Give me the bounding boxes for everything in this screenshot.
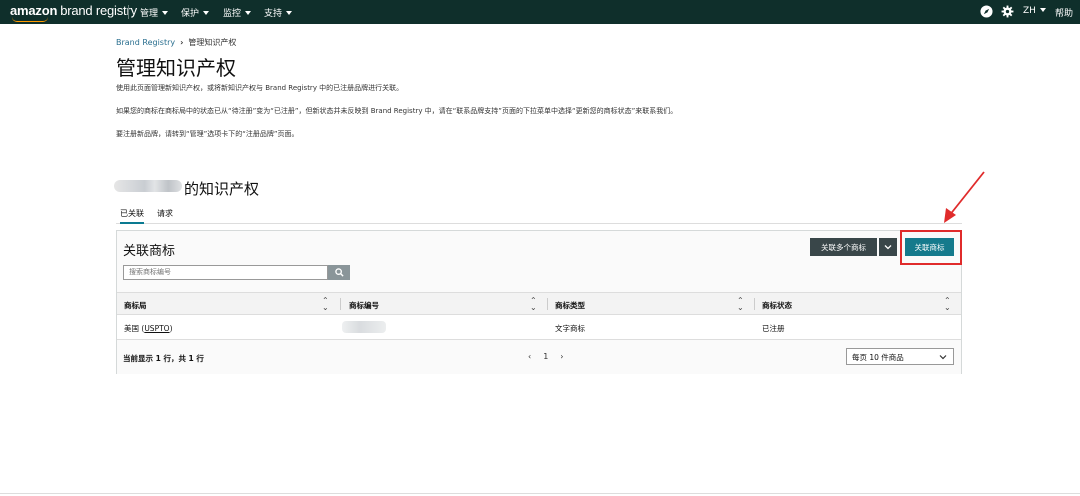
- page-title: 管理知识产权: [116, 56, 236, 80]
- sort-icon[interactable]: ⌃ ⌄: [322, 297, 329, 312]
- link-multiple-trademarks-button[interactable]: 关联多个商标: [810, 238, 877, 256]
- per-page-select[interactable]: 每页 10 件商品: [846, 348, 954, 365]
- trademark-status-note: 如果您的商标在商标局中的状态已从“待注册”变为“已注册”，但新状态并未反映到 B…: [116, 107, 678, 115]
- column-divider: [340, 298, 341, 310]
- column-divider: [547, 298, 548, 310]
- redacted-trademark-number: [342, 321, 386, 333]
- breadcrumb-separator: ›: [180, 38, 184, 47]
- caret-down-icon: [1039, 8, 1046, 12]
- office-prefix: 美国 (: [124, 324, 145, 333]
- page-bottom-divider: [0, 493, 1080, 494]
- caret-down-icon: [162, 11, 169, 15]
- breadcrumb-root-link[interactable]: Brand Registry: [116, 38, 175, 47]
- column-header-number[interactable]: 商标编号: [349, 300, 379, 311]
- prev-page-icon[interactable]: ‹: [528, 352, 531, 361]
- cell-type: 文字商标: [555, 324, 585, 333]
- page-description: 使用此页面管理新知识产权，或将新知识产权与 Brand Registry 中的已…: [116, 84, 404, 92]
- table-row: 美国 (USPTO) 文字商标 已注册: [117, 315, 961, 340]
- help-link[interactable]: 帮助: [1055, 6, 1073, 19]
- linked-trademarks-panel: 关联商标 关联多个商标 关联商标 商标局 ⌃⌄ 商标编号 ⌃⌄ 商标类型 ⌃⌄ …: [116, 230, 962, 374]
- language-label: ZH: [1023, 6, 1036, 16]
- breadcrumb-current: 管理知识产权: [188, 38, 237, 47]
- nav-divider: [128, 5, 129, 19]
- table-footer: 当前显示 1 行，共 1 行 ‹ 1 › 每页 10 件商品: [117, 341, 961, 374]
- nav-menu-label: 管理: [140, 9, 159, 19]
- column-divider: [754, 298, 755, 310]
- nav-menu-protect[interactable]: 保护: [181, 6, 210, 19]
- current-page[interactable]: 1: [543, 352, 548, 361]
- nav-menu-support[interactable]: 支持: [264, 6, 293, 19]
- row-count-text: 当前显示 1 行，共 1 行: [123, 354, 204, 363]
- search-icon: [334, 268, 344, 277]
- tab-bar: 已关联 请求: [116, 204, 962, 224]
- uspto-link[interactable]: USPTO: [144, 324, 169, 333]
- chevron-down-icon: [884, 245, 892, 250]
- sort-icon[interactable]: ⌃ ⌄: [944, 297, 951, 312]
- brand-logo-amazon: amazon: [10, 3, 58, 18]
- section-title: 的知识产权: [184, 180, 260, 198]
- chevron-down-icon: [939, 355, 947, 360]
- next-page-icon[interactable]: ›: [560, 352, 563, 361]
- nav-menu-manage[interactable]: 管理: [140, 6, 169, 19]
- table-header: 商标局 ⌃ ⌄ 商标编号 ⌃ ⌄ 商标类型 ⌃ ⌄ 商标状态 ⌃ ⌄: [117, 292, 961, 315]
- per-page-value: 每页 10 件商品: [852, 353, 904, 362]
- caret-down-icon: [203, 11, 210, 15]
- more-options-dropdown[interactable]: [879, 238, 897, 256]
- cell-status: 已注册: [762, 324, 785, 333]
- search-button[interactable]: [328, 265, 350, 280]
- sort-icon[interactable]: ⌃ ⌄: [737, 297, 744, 312]
- tab-requests[interactable]: 请求: [157, 208, 173, 224]
- register-brand-note: 要注册新品牌，请转到“管理”选项卡下的“注册品牌”页面。: [116, 130, 299, 138]
- pagination: ‹ 1 ›: [522, 352, 570, 361]
- column-header-status[interactable]: 商标状态: [762, 300, 792, 311]
- brand-logo-text: brand registry: [60, 3, 137, 18]
- cell-office: 美国 (USPTO): [124, 323, 173, 334]
- column-header-office[interactable]: 商标局: [124, 300, 147, 311]
- language-selector[interactable]: ZH: [1023, 6, 1046, 16]
- redacted-brand-name: [114, 180, 182, 192]
- top-nav: amazon brand registry 管理 保护 监控 支持 ZH 帮助: [0, 0, 1080, 24]
- nav-menu-label: 支持: [264, 9, 283, 19]
- trademark-search-input[interactable]: [123, 265, 328, 280]
- sort-icon[interactable]: ⌃ ⌄: [530, 297, 537, 312]
- caret-down-icon: [245, 11, 252, 15]
- column-header-type[interactable]: 商标类型: [555, 300, 585, 311]
- office-suffix: ): [169, 324, 173, 333]
- nav-menu-label: 保护: [181, 9, 200, 19]
- breadcrumb: Brand Registry › 管理知识产权: [116, 37, 236, 48]
- caret-down-icon: [286, 11, 293, 15]
- gear-icon[interactable]: [1001, 5, 1014, 18]
- compass-icon[interactable]: [980, 5, 993, 18]
- brand-logo[interactable]: amazon brand registry: [10, 3, 137, 22]
- annotation-highlight-box: [900, 230, 962, 265]
- tab-linked[interactable]: 已关联: [120, 208, 144, 224]
- amazon-smile-icon: [12, 17, 48, 22]
- nav-menu-label: 监控: [223, 9, 242, 19]
- annotation-arrow-icon: [944, 171, 985, 223]
- panel-title: 关联商标: [123, 244, 176, 259]
- nav-menu-monitor[interactable]: 监控: [223, 6, 252, 19]
